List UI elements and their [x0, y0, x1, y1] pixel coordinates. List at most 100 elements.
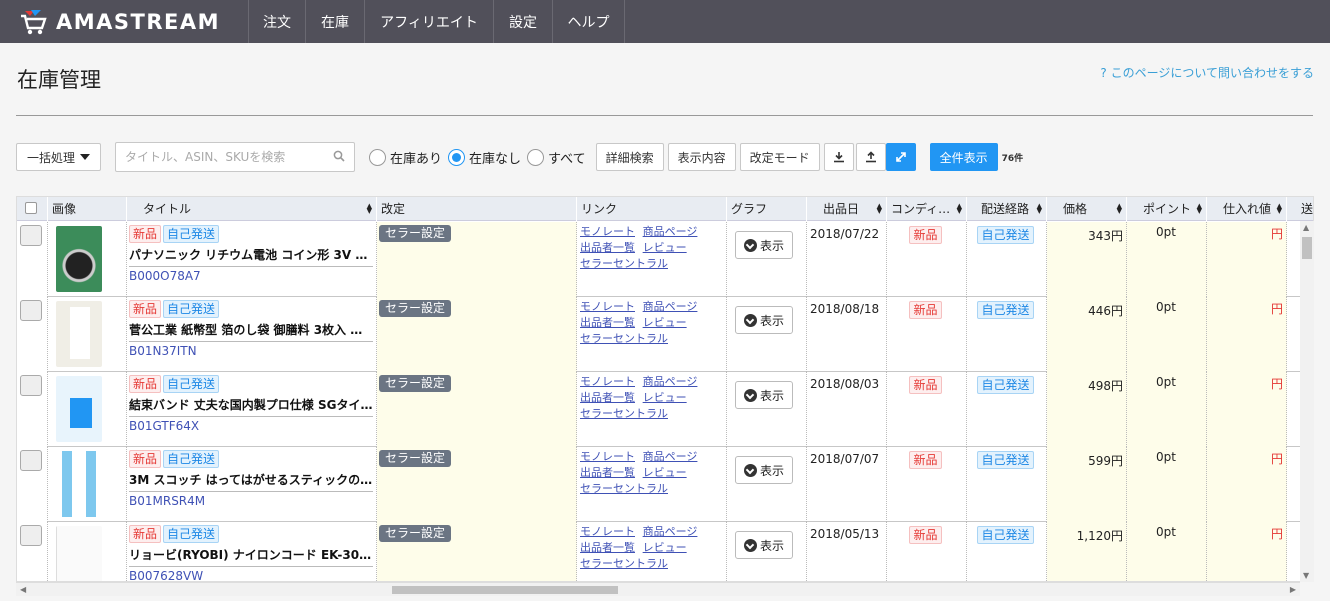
row-checkbox[interactable]: [20, 225, 42, 246]
show-graph-button[interactable]: 表示: [735, 381, 793, 409]
cost-cell[interactable]: 円: [1207, 372, 1287, 447]
review-link[interactable]: レビュー: [643, 466, 687, 479]
points-cell[interactable]: 0pt: [1127, 372, 1207, 447]
horizontal-scrollbar[interactable]: ◀ ▶: [16, 582, 1300, 596]
vertical-scrollbar[interactable]: ▲ ▼: [1300, 221, 1314, 582]
nav-help[interactable]: ヘルプ: [552, 0, 625, 43]
monorate-link[interactable]: モノレート: [580, 525, 635, 538]
nav-inventory[interactable]: 在庫: [305, 0, 364, 43]
help-contact-link[interactable]: ? このページについて問い合わせをする: [1100, 64, 1314, 81]
radio-in-stock[interactable]: 在庫あり: [369, 148, 442, 167]
radio-all[interactable]: すべて: [527, 148, 586, 167]
seller-central-link[interactable]: セラーセントラル: [580, 257, 668, 270]
select-all-checkbox[interactable]: [25, 202, 37, 214]
product-page-link[interactable]: 商品ページ: [643, 225, 698, 238]
scroll-left-icon[interactable]: ◀: [20, 585, 26, 594]
points-cell[interactable]: 0pt: [1127, 297, 1207, 372]
review-link[interactable]: レビュー: [643, 391, 687, 404]
product-title[interactable]: 3M スコッチ はってはがせるスティックのり 2本: [129, 471, 373, 492]
price-cell[interactable]: 446円: [1047, 297, 1127, 372]
seller-setting-button[interactable]: セラー設定: [379, 450, 452, 467]
show-graph-button[interactable]: 表示: [735, 531, 793, 559]
points-cell[interactable]: 0pt: [1127, 522, 1207, 581]
seller-setting-button[interactable]: セラー設定: [379, 225, 452, 242]
product-page-link[interactable]: 商品ページ: [643, 375, 698, 388]
product-asin[interactable]: B01N37ITN: [129, 344, 374, 358]
advanced-search-button[interactable]: 詳細検索: [595, 143, 664, 171]
radio-out-of-stock[interactable]: 在庫なし: [448, 148, 521, 167]
expand-button[interactable]: [885, 143, 916, 171]
show-all-button[interactable]: 全件表示: [929, 143, 998, 171]
row-checkbox[interactable]: [20, 450, 42, 471]
scroll-down-icon[interactable]: ▼: [1303, 571, 1309, 580]
price-cell[interactable]: 498円: [1047, 372, 1127, 447]
product-image[interactable]: [56, 226, 102, 292]
seller-central-link[interactable]: セラーセントラル: [580, 407, 668, 420]
product-image[interactable]: [56, 301, 102, 367]
nav-affiliate[interactable]: アフィリエイト: [364, 0, 493, 43]
show-graph-button[interactable]: 表示: [735, 456, 793, 484]
product-title[interactable]: パナソニック リチウム電池 コイン形 3V 1個入 CR2450: [129, 246, 373, 267]
search-icon[interactable]: [333, 150, 345, 165]
product-image[interactable]: [56, 376, 102, 442]
header-shipping[interactable]: 配送経路 ▲ ▼: [967, 197, 1047, 221]
cost-cell[interactable]: 円: [1207, 222, 1287, 297]
product-asin[interactable]: B01MRSR4M: [129, 494, 374, 508]
product-image[interactable]: [56, 526, 102, 581]
price-cell[interactable]: 343円: [1047, 222, 1127, 297]
scroll-up-icon[interactable]: ▲: [1303, 223, 1309, 232]
scroll-right-icon[interactable]: ▶: [1290, 585, 1296, 594]
header-points[interactable]: ポイント ▲ ▼: [1127, 197, 1207, 221]
nav-settings[interactable]: 設定: [493, 0, 552, 43]
product-title[interactable]: 菅公工業 紙幣型 箔のし袋 御膳料 3枚入 ノ-...: [129, 321, 373, 342]
price-cell[interactable]: 1,120円: [1047, 522, 1127, 581]
seller-setting-button[interactable]: セラー設定: [379, 375, 452, 392]
header-title[interactable]: タイトル ▲ ▼: [127, 197, 377, 221]
review-link[interactable]: レビュー: [643, 541, 687, 554]
row-checkbox[interactable]: [20, 525, 42, 546]
header-price[interactable]: 価格 ▲ ▼: [1047, 197, 1127, 221]
points-cell[interactable]: 0pt: [1127, 222, 1207, 297]
show-graph-button[interactable]: 表示: [735, 231, 793, 259]
show-graph-button[interactable]: 表示: [735, 306, 793, 334]
row-checkbox[interactable]: [20, 300, 42, 321]
row-checkbox[interactable]: [20, 375, 42, 396]
header-condition[interactable]: コンディ… ▲ ▼: [887, 197, 967, 221]
monorate-link[interactable]: モノレート: [580, 375, 635, 388]
horizontal-scroll-thumb[interactable]: [392, 586, 618, 594]
seller-list-link[interactable]: 出品者一覧: [580, 241, 635, 254]
header-date[interactable]: 出品日 ▲ ▼: [807, 197, 887, 221]
bulk-action-button[interactable]: 一括処理: [16, 143, 101, 171]
seller-central-link[interactable]: セラーセントラル: [580, 332, 668, 345]
product-title[interactable]: リョービ(RYOBI) ナイロンコード EK-3003 6078: [129, 546, 373, 567]
seller-list-link[interactable]: 出品者一覧: [580, 391, 635, 404]
upload-button[interactable]: [855, 143, 886, 171]
seller-central-link[interactable]: セラーセントラル: [580, 557, 668, 570]
product-page-link[interactable]: 商品ページ: [643, 525, 698, 538]
seller-setting-button[interactable]: セラー設定: [379, 300, 452, 317]
product-image[interactable]: [56, 451, 102, 517]
review-link[interactable]: レビュー: [643, 241, 687, 254]
cost-cell[interactable]: 円: [1207, 447, 1287, 522]
seller-list-link[interactable]: 出品者一覧: [580, 466, 635, 479]
cost-cell[interactable]: 円: [1207, 297, 1287, 372]
seller-setting-button[interactable]: セラー設定: [379, 525, 452, 542]
product-page-link[interactable]: 商品ページ: [643, 450, 698, 463]
product-title[interactable]: 結束バンド 丈夫な国内製プロ仕様 SGタイ 100本入: [129, 396, 373, 417]
seller-list-link[interactable]: 出品者一覧: [580, 541, 635, 554]
cost-cell[interactable]: 円: [1207, 522, 1287, 581]
nav-order[interactable]: 注文: [248, 0, 305, 43]
monorate-link[interactable]: モノレート: [580, 225, 635, 238]
display-settings-button[interactable]: 表示内容: [667, 143, 736, 171]
product-asin[interactable]: B01GTF64X: [129, 419, 374, 433]
revision-mode-button[interactable]: 改定モード: [739, 143, 820, 171]
header-cost[interactable]: 仕入れ値 ▲ ▼: [1207, 197, 1287, 221]
seller-central-link[interactable]: セラーセントラル: [580, 482, 668, 495]
seller-list-link[interactable]: 出品者一覧: [580, 316, 635, 329]
monorate-link[interactable]: モノレート: [580, 450, 635, 463]
points-cell[interactable]: 0pt: [1127, 447, 1207, 522]
product-page-link[interactable]: 商品ページ: [643, 300, 698, 313]
vertical-scroll-thumb[interactable]: [1302, 237, 1312, 259]
monorate-link[interactable]: モノレート: [580, 300, 635, 313]
price-cell[interactable]: 599円: [1047, 447, 1127, 522]
